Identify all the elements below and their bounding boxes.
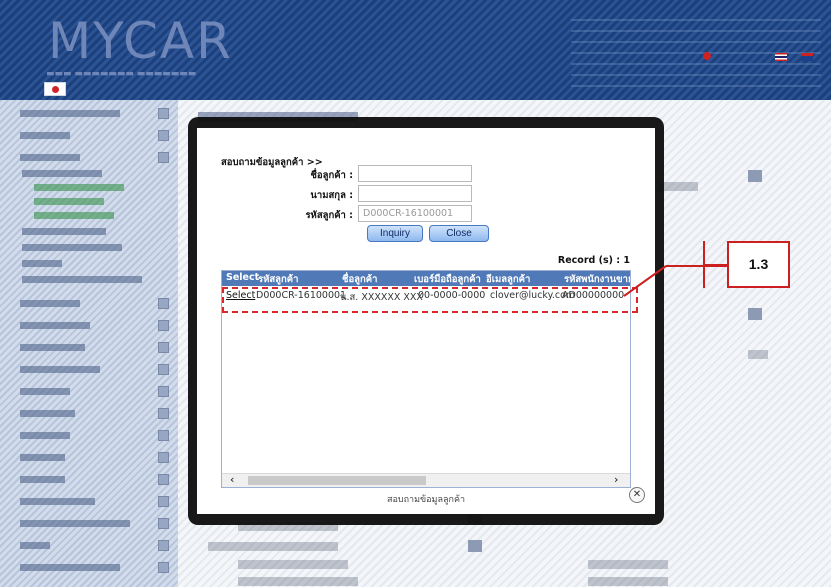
callout-bracket xyxy=(703,241,729,288)
last-name-label: นามสกุล : xyxy=(310,190,353,201)
table-header: Select รหัสลูกค้า ชื่อลูกค้า เบอร์มือถือ… xyxy=(222,271,630,286)
sidebar-item[interactable] xyxy=(0,294,178,314)
sidebar-item[interactable] xyxy=(0,426,178,446)
sidebar-item[interactable] xyxy=(0,338,178,358)
customer-id-label: รหัสลูกค้า : xyxy=(305,210,353,221)
logo-subtitle-graphic: ▬▬▬ ▬▬▬▬▬▬▬ ▬▬▬▬▬▬▬ xyxy=(46,69,197,79)
sidebar-item[interactable] xyxy=(0,536,178,556)
column-header-select: Select xyxy=(226,272,260,283)
main-field-label xyxy=(588,577,668,586)
close-button[interactable]: Close xyxy=(429,225,489,242)
main-field-label xyxy=(238,560,348,569)
horizontal-scrollbar[interactable]: ‹ › xyxy=(222,473,630,487)
main-field-label xyxy=(208,542,338,551)
company-logo-icon xyxy=(44,82,66,96)
scrollbar-thumb[interactable] xyxy=(248,476,426,485)
calendar-icon[interactable] xyxy=(748,170,762,182)
first-name-label: ชื่อลูกค้า : xyxy=(310,170,353,181)
scroll-left-icon[interactable]: ‹ xyxy=(230,473,234,486)
lookup-icon[interactable] xyxy=(468,540,482,552)
sidebar-item[interactable] xyxy=(0,126,178,146)
sidebar-item[interactable] xyxy=(0,492,178,512)
app-logo: MYCAR xyxy=(48,12,233,70)
column-header-customer-name: ชื่อลูกค้า xyxy=(342,274,378,285)
first-name-input[interactable] xyxy=(358,165,472,182)
column-header-mobile: เบอร์มือถือลูกค้า xyxy=(414,274,481,285)
thai-flag-icon[interactable] xyxy=(775,53,787,61)
sidebar-item[interactable] xyxy=(0,104,178,124)
lookup-icon[interactable] xyxy=(748,308,762,320)
customer-id-input[interactable] xyxy=(358,205,472,222)
sidebar-item[interactable] xyxy=(0,404,178,424)
sidebar-item[interactable] xyxy=(0,470,178,490)
sidebar-item[interactable] xyxy=(0,360,178,380)
column-header-email: อีเมลลูกค้า xyxy=(486,274,531,285)
step-callout: 1.3 xyxy=(727,241,790,288)
last-name-input[interactable] xyxy=(358,185,472,202)
sidebar-item[interactable] xyxy=(0,514,178,534)
main-field-label xyxy=(238,577,358,586)
dialog-footer-title: สอบถามข้อมูลลูกค้า xyxy=(386,495,466,505)
app-header: MYCAR ▬▬▬ ▬▬▬▬▬▬▬ ▬▬▬▬▬▬▬ xyxy=(0,0,831,100)
sidebar-item[interactable] xyxy=(0,316,178,336)
customer-inquiry-dialog: สอบถามข้อมูลลูกค้า >> ชื่อลูกค้า : นามสก… xyxy=(197,128,655,514)
main-field-label xyxy=(658,182,698,191)
sidebar-menu xyxy=(0,100,178,587)
sidebar-item[interactable] xyxy=(0,382,178,402)
status-dot-icon xyxy=(703,52,711,60)
scroll-right-icon[interactable]: › xyxy=(614,473,618,486)
highlight-box xyxy=(222,287,638,313)
sidebar-item[interactable] xyxy=(0,448,178,468)
main-field-value xyxy=(748,350,768,359)
sidebar-item[interactable] xyxy=(0,270,178,290)
inquiry-button[interactable]: Inquiry xyxy=(367,225,423,242)
close-icon[interactable]: ✕ xyxy=(629,487,645,503)
header-user-info xyxy=(571,10,821,90)
english-flag-icon[interactable] xyxy=(801,53,813,61)
column-header-customer-id: รหัสลูกค้า xyxy=(258,274,299,285)
sidebar-item[interactable] xyxy=(0,558,178,578)
main-field-label xyxy=(588,560,668,569)
